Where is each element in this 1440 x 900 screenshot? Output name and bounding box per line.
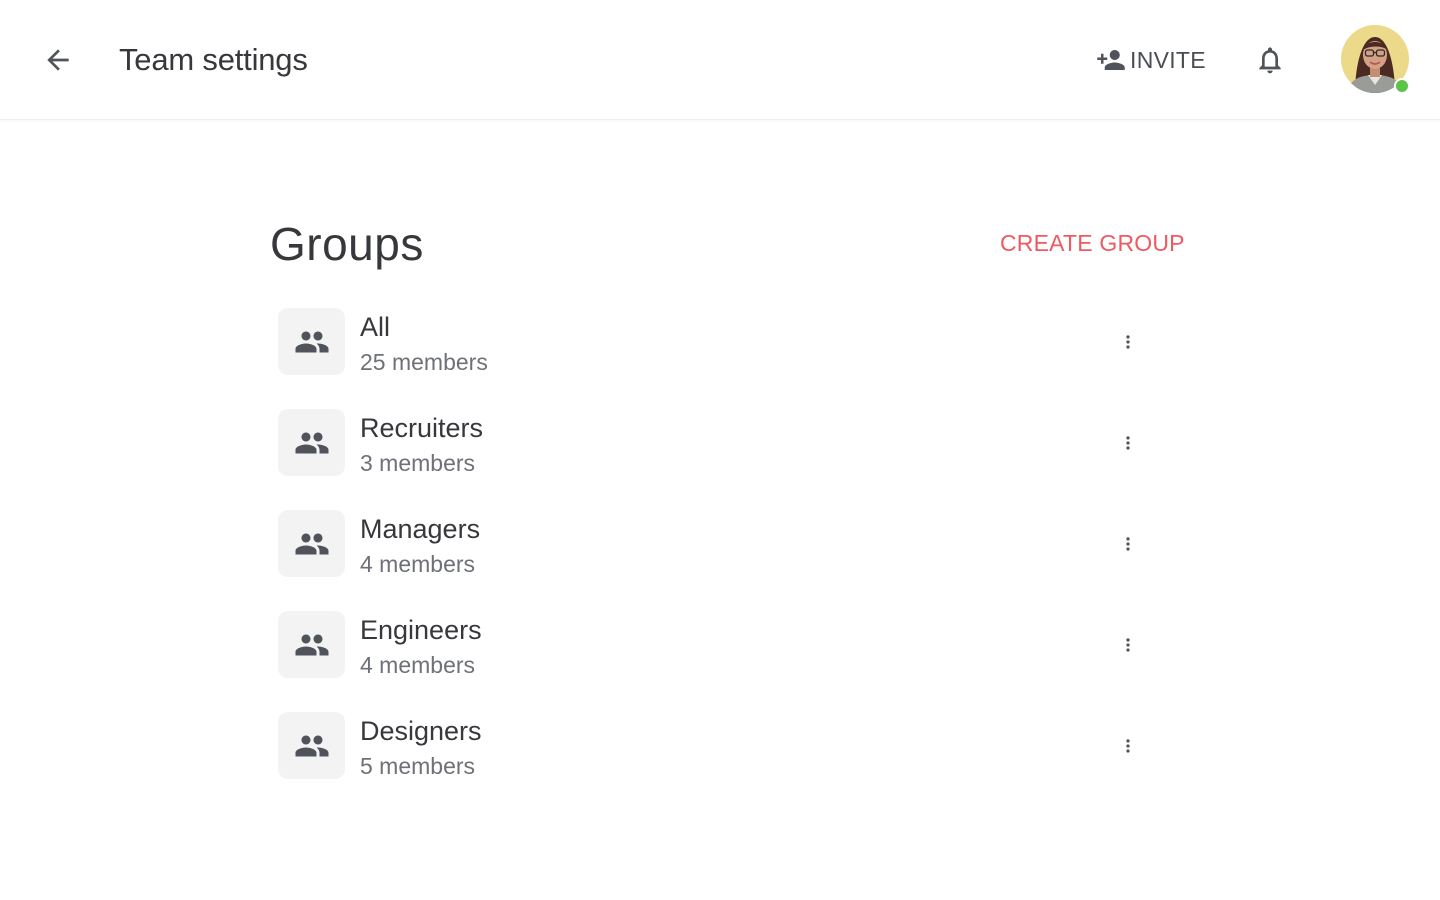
group-row-recruiters[interactable]: Recruiters 3 members: [278, 409, 1158, 510]
more-options-button[interactable]: [1108, 726, 1148, 766]
group-member-count: 4 members: [360, 551, 476, 577]
group-row-managers[interactable]: Managers 4 members: [278, 510, 1158, 611]
top-app-bar: Team settings INVITE: [0, 0, 1440, 120]
person-add-icon: [1097, 50, 1125, 70]
more-options-button[interactable]: [1108, 625, 1148, 665]
group-row-all[interactable]: All 25 members: [278, 308, 1158, 409]
group-list: All 25 members Recruiters 3 members Mana…: [278, 308, 1158, 813]
group-member-count: 5 members: [360, 753, 476, 779]
arrow-left-icon: [47, 49, 69, 71]
group-name: Managers: [360, 514, 481, 544]
invite-button[interactable]: INVITE: [1096, 40, 1206, 80]
online-status-dot: [1394, 78, 1410, 94]
group-avatar: [278, 510, 345, 577]
more-options-button[interactable]: [1108, 423, 1148, 463]
more-options-button[interactable]: [1108, 524, 1148, 564]
page-title: Team settings: [119, 42, 308, 77]
people-icon: [295, 634, 328, 655]
group-member-count: 4 members: [360, 652, 476, 678]
back-button[interactable]: [36, 38, 80, 82]
group-name: Engineers: [360, 615, 482, 645]
more-vert-icon: [1126, 436, 1130, 450]
more-vert-icon: [1126, 739, 1130, 753]
people-icon: [295, 432, 328, 453]
people-icon: [295, 331, 328, 352]
group-row-engineers[interactable]: Engineers 4 members: [278, 611, 1158, 712]
more-vert-icon: [1126, 638, 1130, 652]
group-avatar: [278, 409, 345, 476]
notifications-button[interactable]: [1250, 40, 1290, 80]
group-avatar: [278, 611, 345, 678]
invite-label: INVITE: [1130, 46, 1206, 73]
group-avatar: [278, 308, 345, 375]
people-icon: [295, 533, 328, 554]
group-avatar: [278, 712, 345, 779]
more-options-button[interactable]: [1108, 322, 1148, 362]
create-group-button[interactable]: CREATE GROUP: [1000, 226, 1185, 260]
group-name: All: [360, 312, 391, 342]
more-vert-icon: [1126, 335, 1130, 349]
more-vert-icon: [1126, 537, 1130, 551]
groups-heading: Groups: [270, 218, 424, 270]
group-name: Designers: [360, 716, 482, 746]
group-member-count: 3 members: [360, 450, 476, 476]
group-name: Recruiters: [360, 413, 484, 443]
group-member-count: 25 members: [360, 349, 488, 375]
group-row-designers[interactable]: Designers 5 members: [278, 712, 1158, 813]
people-icon: [295, 735, 328, 756]
bell-icon: [1259, 47, 1281, 74]
